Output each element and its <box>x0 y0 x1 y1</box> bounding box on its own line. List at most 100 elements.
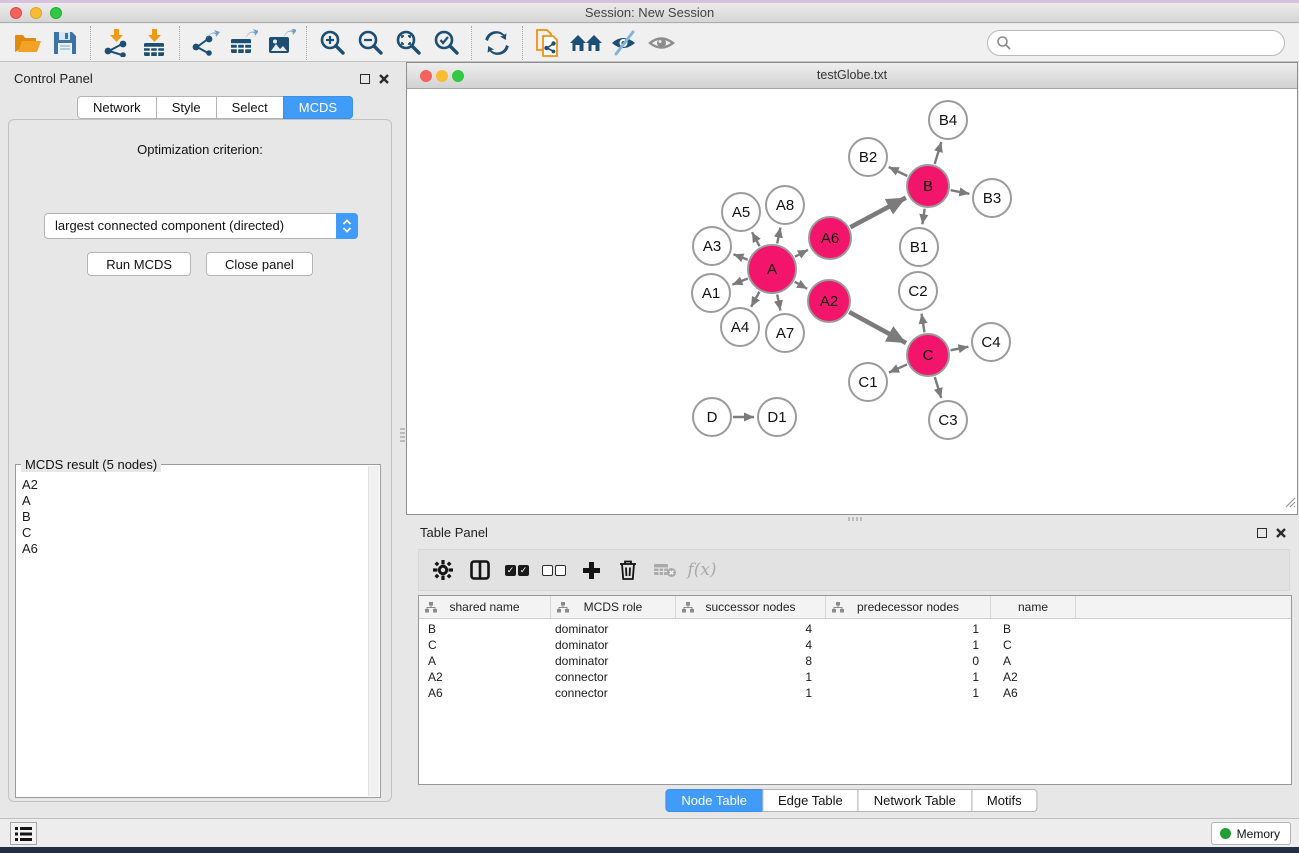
delete-row-icon[interactable] <box>614 556 642 584</box>
graph-edge-C-C1[interactable] <box>889 364 907 372</box>
float-panel-icon[interactable] <box>1255 526 1269 539</box>
network-window-titlebar[interactable]: testGlobe.txt <box>407 63 1297 89</box>
close-panel-button[interactable]: Close panel <box>206 252 313 276</box>
export-network-icon[interactable] <box>186 27 224 59</box>
network-canvas[interactable]: B4 B2 B B3 B1 A5A8A6 A3 A A1 A2 C2 A4A7 C C4 C1 C3 D D1 <box>407 89 1297 514</box>
graph-edge-A-A1[interactable] <box>732 279 747 285</box>
graph-node-C[interactable]: C <box>907 334 949 376</box>
graph-node-A2[interactable]: A2 <box>808 280 850 322</box>
tab-motifs[interactable]: Motifs <box>971 789 1038 812</box>
optimization-dropdown[interactable]: largest connected component (directed) <box>44 213 358 239</box>
result-item[interactable]: A <box>22 493 380 509</box>
window-titlebar[interactable]: Session: New Session <box>0 3 1299 23</box>
export-table-icon[interactable] <box>224 27 262 59</box>
tab-style[interactable]: Style <box>156 96 217 119</box>
hide-selected-icon[interactable] <box>605 27 643 59</box>
zoom-fit-icon[interactable] <box>389 27 427 59</box>
open-session-icon[interactable] <box>8 27 46 59</box>
table-row[interactable]: Adominator80A <box>419 654 1291 670</box>
memory-button[interactable]: Memory <box>1211 822 1291 845</box>
graph-node-B[interactable]: B <box>907 165 949 207</box>
graph-node-A6[interactable]: A6 <box>809 217 851 259</box>
tab-edge-table[interactable]: Edge Table <box>762 789 859 812</box>
graph-node-A7[interactable]: A7 <box>766 314 804 352</box>
graph-node-B3[interactable]: B3 <box>973 179 1011 217</box>
settings-gear-icon[interactable] <box>429 556 457 584</box>
minimize-traffic-light-icon[interactable] <box>30 7 42 19</box>
graph-node-B1[interactable]: B1 <box>900 228 938 266</box>
result-item[interactable]: B <box>22 509 380 525</box>
graph-node-B4[interactable]: B4 <box>929 101 967 139</box>
table-row[interactable]: A2connector11A2 <box>419 670 1291 686</box>
zoom-in-icon[interactable] <box>313 27 351 59</box>
result-item[interactable]: A2 <box>22 477 380 493</box>
function-builder-icon[interactable]: f(x) <box>688 556 716 584</box>
graph-node-C4[interactable]: C4 <box>972 323 1010 361</box>
close-panel-icon[interactable] <box>1274 526 1288 539</box>
graph-edge-A-A8[interactable] <box>777 228 780 244</box>
table-row[interactable]: Cdominator41C <box>419 638 1291 654</box>
splitter-grip[interactable] <box>400 428 405 442</box>
network-graph[interactable]: B4 B2 B B3 B1 A5A8A6 A3 A A1 A2 C2 A4A7 C C4 C1 C3 D D1 <box>407 89 1297 514</box>
zoom-out-icon[interactable] <box>351 27 389 59</box>
refresh-icon[interactable] <box>478 27 516 59</box>
graph-node-A[interactable]: A <box>748 245 796 293</box>
graph-node-A1[interactable]: A1 <box>692 274 730 312</box>
node-table[interactable]: shared nameMCDS rolesuccessor nodesprede… <box>418 595 1292 785</box>
graph-edge-A2-C[interactable] <box>849 312 906 343</box>
zoom-selected-icon[interactable] <box>427 27 465 59</box>
close-traffic-light-icon[interactable] <box>10 7 22 19</box>
tab-node-table[interactable]: Node Table <box>665 789 763 812</box>
column-header-name[interactable]: name <box>991 596 1076 618</box>
graph-edge-A-A5[interactable] <box>752 232 760 246</box>
add-row-icon[interactable] <box>577 556 605 584</box>
graph-node-A4[interactable]: A4 <box>721 308 759 346</box>
graph-edge-A-A6[interactable] <box>795 250 808 257</box>
graph-edge-C-C2[interactable] <box>922 314 925 333</box>
column-header-successor-nodes[interactable]: successor nodes <box>676 596 826 618</box>
graph-node-A5[interactable]: A5 <box>722 193 760 231</box>
graph-edge-C-C3[interactable] <box>935 377 941 398</box>
graph-node-D[interactable]: D <box>693 398 731 436</box>
result-item[interactable]: C <box>22 525 380 541</box>
column-header-predecessor-nodes[interactable]: predecessor nodes <box>826 596 991 618</box>
zoom-traffic-light-icon[interactable] <box>452 70 464 82</box>
run-mcds-button[interactable]: Run MCDS <box>87 252 191 276</box>
home-views-icon[interactable] <box>567 27 605 59</box>
show-all-icon[interactable] <box>643 27 681 59</box>
graph-edge-B-B4[interactable] <box>935 142 942 164</box>
deselect-all-icon[interactable]: ✓✓ <box>540 556 568 584</box>
float-panel-icon[interactable] <box>358 72 372 85</box>
graph-node-C2[interactable]: C2 <box>899 272 937 310</box>
graph-node-C1[interactable]: C1 <box>849 363 887 401</box>
result-scrollbar[interactable] <box>368 466 379 796</box>
tab-network-table[interactable]: Network Table <box>858 789 972 812</box>
graph-edge-B-B1[interactable] <box>922 209 924 224</box>
column-header-MCDS-role[interactable]: MCDS role <box>551 596 676 618</box>
graph-edge-A-A7[interactable] <box>777 294 780 310</box>
tab-network[interactable]: Network <box>77 96 157 119</box>
splitter-grip[interactable] <box>848 517 864 521</box>
graph-edge-C-C4[interactable] <box>951 347 969 351</box>
graph-edge-A-A3[interactable] <box>733 254 747 259</box>
save-session-icon[interactable] <box>46 27 84 59</box>
graph-node-A8[interactable]: A8 <box>766 186 804 224</box>
task-history-button[interactable] <box>10 822 37 845</box>
result-item[interactable]: A6 <box>22 541 380 557</box>
graph-edge-B-B3[interactable] <box>951 190 970 194</box>
graph-node-B2[interactable]: B2 <box>849 138 887 176</box>
delete-table-icon[interactable] <box>651 556 679 584</box>
zoom-traffic-light-icon[interactable] <box>50 7 62 19</box>
graph-edge-A-A2[interactable] <box>795 282 808 289</box>
import-network-icon[interactable] <box>97 27 135 59</box>
graph-node-C3[interactable]: C3 <box>929 401 967 439</box>
clone-network-icon[interactable] <box>529 27 567 59</box>
graph-node-D1[interactable]: D1 <box>758 398 796 436</box>
close-traffic-light-icon[interactable] <box>420 70 432 82</box>
export-image-icon[interactable] <box>262 27 300 59</box>
minimize-traffic-light-icon[interactable] <box>436 70 448 82</box>
graph-edge-B-B2[interactable] <box>889 167 908 176</box>
close-panel-icon[interactable] <box>377 72 391 85</box>
column-selector-icon[interactable] <box>466 556 494 584</box>
graph-node-A3[interactable]: A3 <box>693 227 731 265</box>
